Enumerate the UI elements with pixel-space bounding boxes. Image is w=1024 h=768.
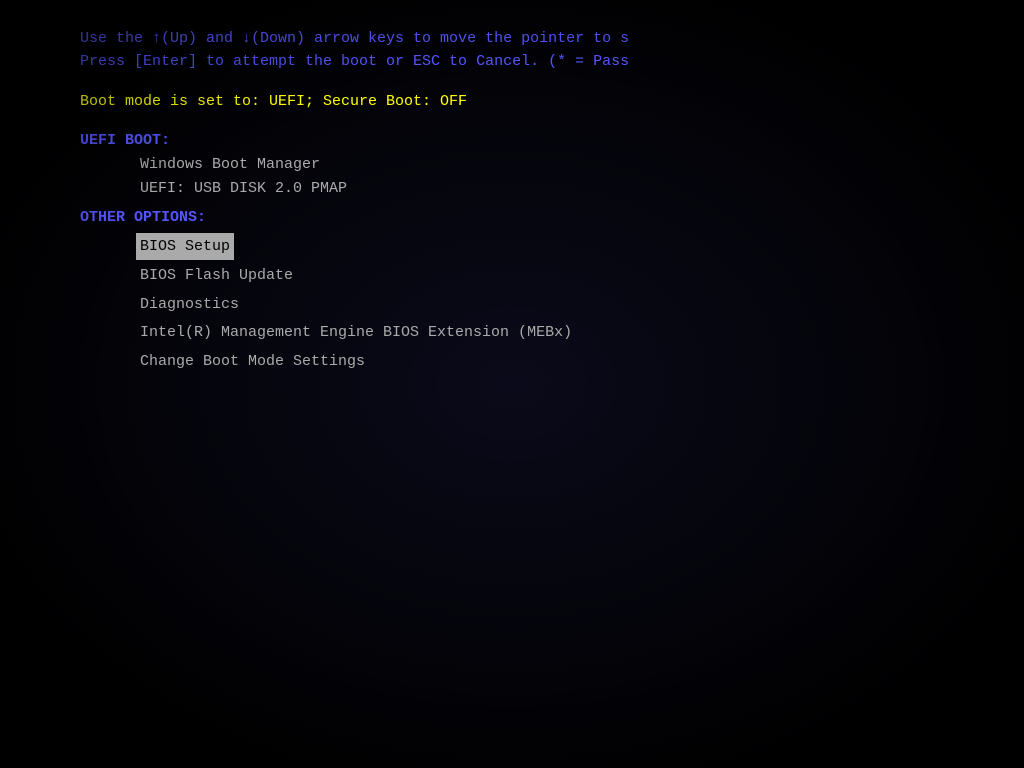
boot-mode-settings-option[interactable]: Change Boot Mode Settings (80, 353, 365, 370)
diagnostics-option[interactable]: Diagnostics (80, 296, 239, 313)
uefi-item-usb[interactable]: UEFI: USB DISK 2.0 PMAP (80, 177, 964, 201)
bios-setup-option[interactable]: BIOS Setup (136, 233, 234, 260)
mebx-option[interactable]: Intel(R) Management Engine BIOS Extensio… (80, 324, 572, 341)
instructions-block: Use the ↑(Up) and ↓(Down) arrow keys to … (80, 28, 964, 73)
instruction-line-1: Use the ↑(Up) and ↓(Down) arrow keys to … (80, 28, 964, 51)
boot-mode-status: Boot mode is set to: UEFI; Secure Boot: … (80, 93, 964, 110)
bios-flash-option[interactable]: BIOS Flash Update (80, 267, 293, 284)
bios-screen: Use the ↑(Up) and ↓(Down) arrow keys to … (0, 0, 1024, 768)
option-row-diagnostics[interactable]: Diagnostics (80, 290, 964, 319)
uefi-boot-label: UEFI BOOT: (80, 132, 964, 149)
option-row-bios-flash[interactable]: BIOS Flash Update (80, 261, 964, 290)
option-row-boot-mode[interactable]: Change Boot Mode Settings (80, 347, 964, 376)
other-options-label: OTHER OPTIONS: (80, 209, 964, 226)
option-row-bios-setup[interactable]: BIOS Setup (80, 232, 964, 261)
uefi-item-windows[interactable]: Windows Boot Manager (80, 153, 964, 177)
option-row-mebx[interactable]: Intel(R) Management Engine BIOS Extensio… (80, 318, 964, 347)
instruction-line-2: Press [Enter] to attempt the boot or ESC… (80, 51, 964, 74)
